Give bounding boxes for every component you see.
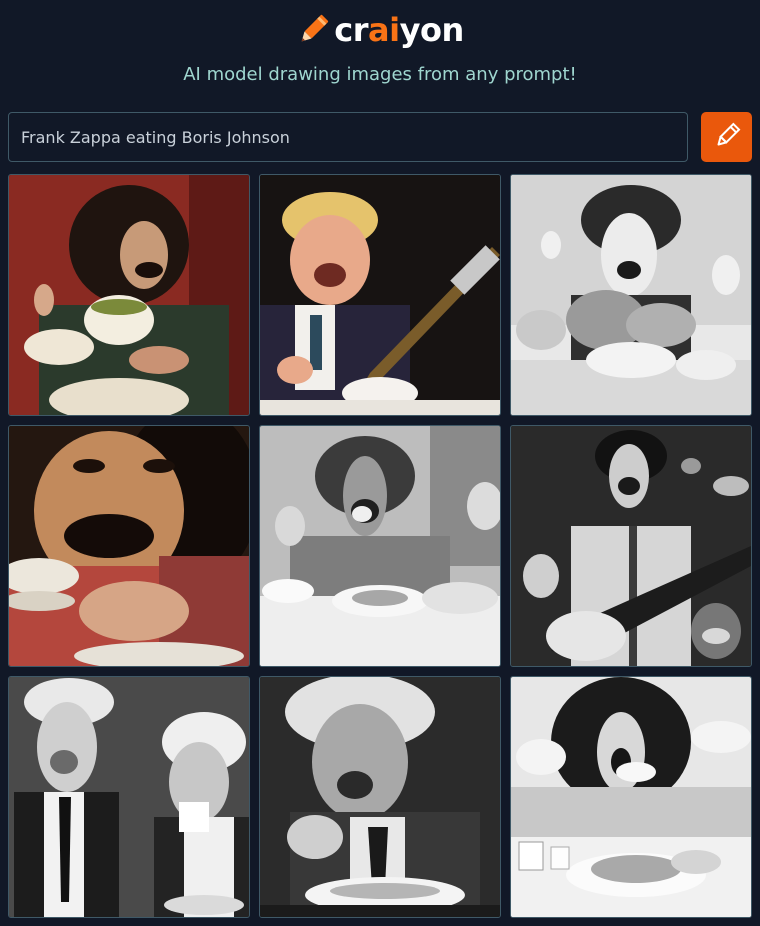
result-image[interactable] xyxy=(510,174,752,416)
result-image[interactable] xyxy=(259,676,501,918)
result-image[interactable] xyxy=(510,676,752,918)
draw-button[interactable] xyxy=(701,112,752,162)
tagline: AI model drawing images from any prompt! xyxy=(183,64,577,85)
prompt-field[interactable] xyxy=(8,112,688,162)
brand-name-accent: ai xyxy=(368,11,400,49)
header: craiyon xyxy=(0,0,760,60)
pencil-icon xyxy=(713,122,741,153)
brand-name: craiyon xyxy=(334,11,465,49)
brand-name-prefix: cr xyxy=(334,11,369,49)
result-image[interactable] xyxy=(510,425,752,667)
result-image[interactable] xyxy=(8,425,250,667)
brand-name-suffix: yon xyxy=(399,11,465,49)
result-image[interactable] xyxy=(8,174,250,416)
result-image[interactable] xyxy=(259,174,501,416)
pencil-icon xyxy=(296,13,330,47)
craiyon-logo[interactable]: craiyon xyxy=(296,11,465,49)
result-image[interactable] xyxy=(8,676,250,918)
result-image[interactable] xyxy=(259,425,501,667)
results-grid xyxy=(8,174,752,918)
prompt-input[interactable] xyxy=(21,113,687,161)
